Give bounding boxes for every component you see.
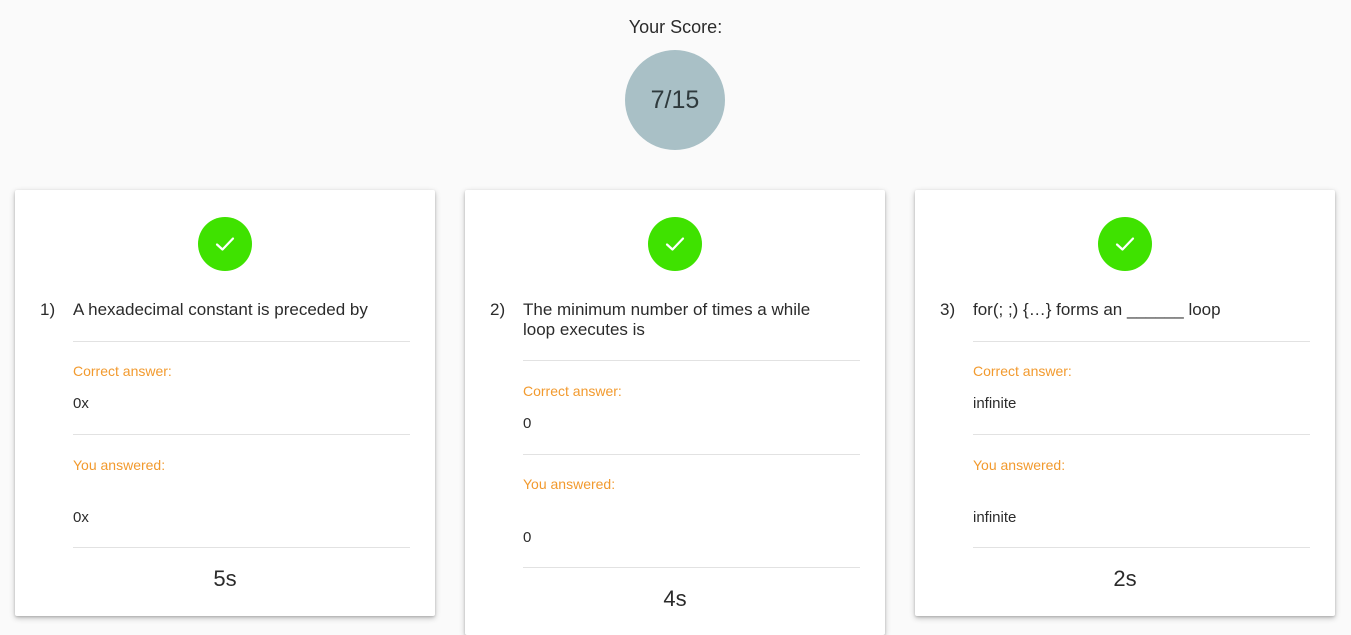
user-answer-value: 0 [523,529,532,546]
divider [523,567,860,568]
divider [523,454,860,455]
correct-answer-label: Correct answer: [523,383,622,399]
correct-answer-value: infinite [973,395,1017,412]
user-answer-label: You answered: [523,476,616,492]
divider [523,360,860,361]
correct-answer-label: Correct answer: [73,363,172,379]
question-card: 3) for(; ;) {…} forms an ______ loop Cor… [915,190,1335,616]
user-answer-label: You answered: [73,457,166,473]
question-text: The minimum number of times a while loop… [523,300,811,339]
user-answer-value: 0x [73,509,89,526]
divider [73,547,410,548]
divider [973,547,1310,548]
check-icon [648,217,702,271]
score-badge: 7/15 [625,50,725,150]
question-text: A hexadecimal constant is preceded by [73,300,368,319]
divider [973,341,1310,342]
user-answer-label: You answered: [973,457,1066,473]
time-taken: 2s [1113,566,1137,591]
time-taken: 4s [663,586,687,611]
correct-answer-label: Correct answer: [973,363,1072,379]
question-card: 2) The minimum number of times a while l… [465,190,885,635]
time-taken: 5s [213,566,237,591]
divider [73,341,410,342]
correct-answer-value: 0x [73,395,89,412]
check-icon [198,217,252,271]
score-label: Your Score: [628,17,723,37]
question-number: 2) [490,300,506,319]
divider [73,434,410,435]
question-card: 1) A hexadecimal constant is preceded by… [15,190,435,616]
correct-answer-value: 0 [523,415,532,432]
question-number: 1) [40,300,56,319]
divider [973,434,1310,435]
check-icon [1098,217,1152,271]
user-answer-value: infinite [973,509,1017,526]
question-text: for(; ;) {…} forms an ______ loop [973,300,1221,319]
question-number: 3) [940,300,956,319]
